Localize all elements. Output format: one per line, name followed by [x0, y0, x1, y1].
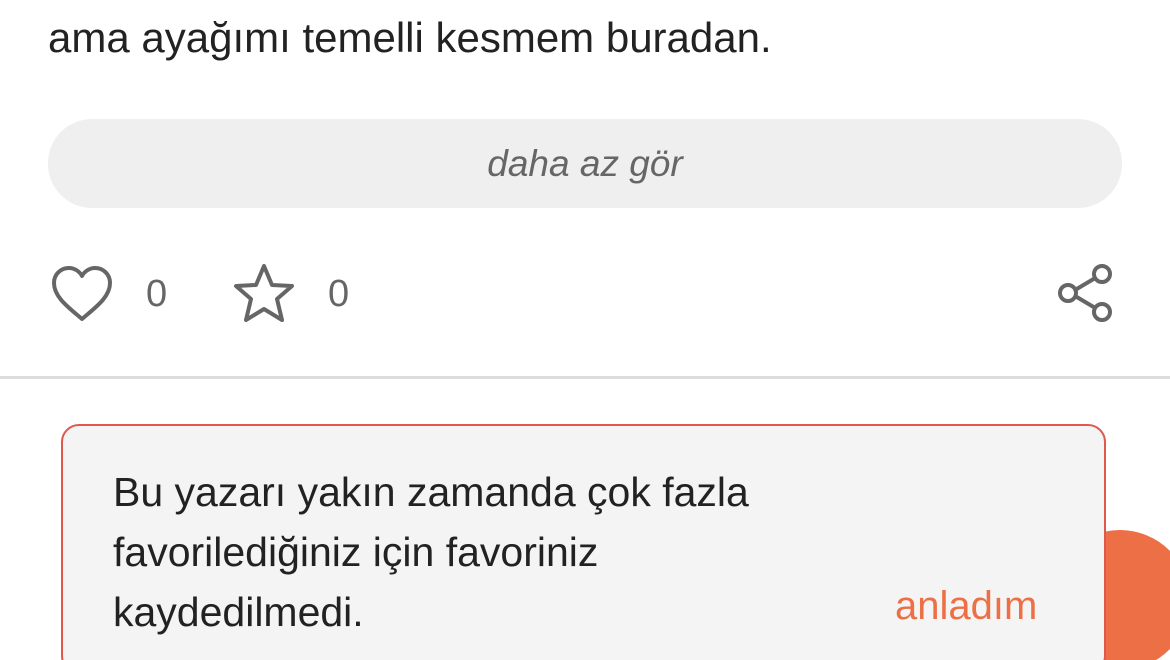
entry-text: ama ayağımı temelli kesmem buradan. [48, 14, 772, 61]
divider [0, 376, 1170, 379]
show-less-label: daha az gör [487, 142, 683, 184]
show-less-button[interactable]: daha az gör [48, 119, 1122, 208]
heart-icon [52, 266, 112, 321]
entry-view: ama ayağımı temelli kesmem buradan. daha… [0, 0, 1170, 660]
star-icon [234, 264, 294, 322]
share-button[interactable] [1052, 260, 1118, 326]
toast-message: Bu yazarı yakın zamanda çok fazla favori… [113, 469, 749, 635]
share-icon [1058, 264, 1112, 322]
favorite-count: 0 [328, 272, 350, 315]
like-button[interactable]: 0 [50, 262, 167, 326]
like-count: 0 [146, 272, 168, 315]
dismiss-button[interactable]: anladım [895, 584, 1037, 629]
favorite-button[interactable]: 0 [232, 262, 349, 326]
favorite-limit-toast: Bu yazarı yakın zamanda çok fazla favori… [61, 424, 1106, 660]
